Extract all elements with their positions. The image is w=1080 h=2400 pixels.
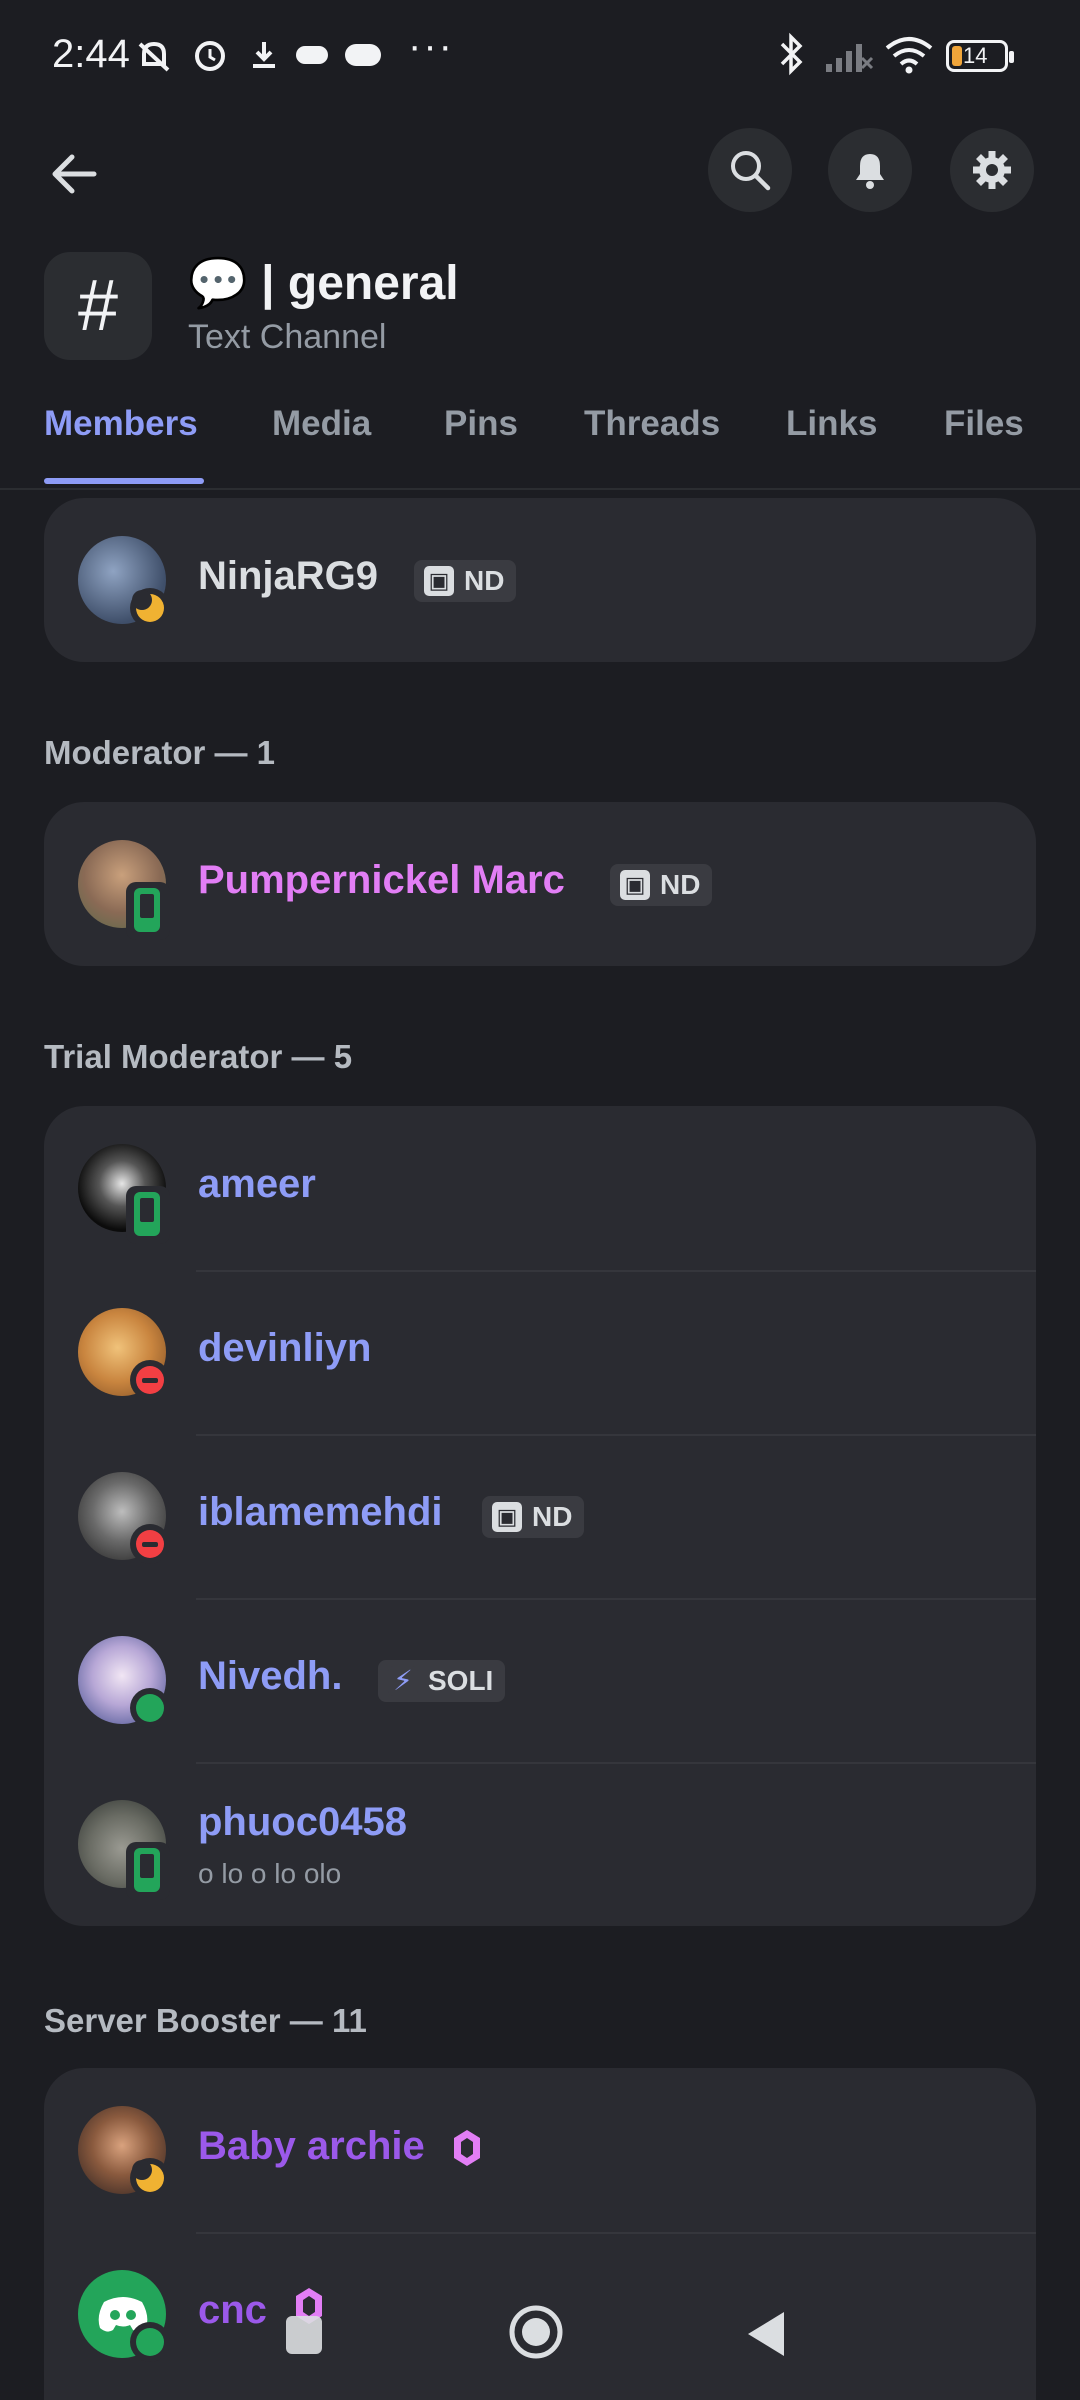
member-row-devinliyn[interactable]: devinliyn bbox=[44, 1270, 1036, 1434]
arrow-left-icon bbox=[52, 154, 97, 194]
mobile-status-icon bbox=[126, 1186, 170, 1244]
row-divider bbox=[196, 1598, 1036, 1600]
search-button[interactable] bbox=[708, 128, 792, 212]
member-row-phuoc0458[interactable]: phuoc0458 o lo o lo olo bbox=[44, 1762, 1036, 1926]
channel-name-text: | general bbox=[261, 257, 459, 310]
back-icon[interactable] bbox=[744, 2308, 790, 2360]
battery-icon: 14 bbox=[946, 40, 1014, 72]
member-card-moderator: Pumpernickel Marc ▣ ND bbox=[44, 802, 1036, 966]
tab-media[interactable]: Media bbox=[272, 404, 371, 444]
system-navigation-bar bbox=[0, 2280, 1080, 2400]
tab-threads[interactable]: Threads bbox=[584, 404, 720, 444]
recents-icon[interactable] bbox=[282, 2308, 326, 2358]
member-row-nivedh[interactable]: Nivedh. ⚡ SOLI bbox=[44, 1598, 1036, 1762]
section-header-server-booster: Server Booster — 11 bbox=[44, 2002, 367, 2039]
member-name: iblamemehdi bbox=[198, 1490, 443, 1534]
member-row-ameer[interactable]: ameer bbox=[44, 1106, 1036, 1270]
status-bar: 2:44 ··· 14 bbox=[0, 0, 1080, 110]
gear-icon bbox=[973, 151, 1011, 189]
battery-level: 14 bbox=[963, 43, 988, 68]
mute-vibrate-icon bbox=[138, 41, 170, 72]
row-divider bbox=[196, 2232, 1036, 2234]
idle-status-icon bbox=[130, 588, 170, 628]
row-divider bbox=[196, 1762, 1036, 1764]
active-tab-indicator bbox=[44, 478, 204, 484]
clock: 2:44 bbox=[52, 32, 130, 76]
shield-tag-icon: ▣ bbox=[424, 566, 454, 596]
signal-icon bbox=[826, 44, 874, 72]
lightning-tag-icon: ⚡ bbox=[388, 1666, 418, 1696]
wifi-icon bbox=[885, 37, 933, 74]
bluetooth-icon bbox=[780, 32, 803, 76]
channel-type: Text Channel bbox=[188, 318, 387, 356]
member-row-ninjarg9[interactable]: NinjaRG9 ▣ ND bbox=[44, 498, 1036, 662]
member-row-iblamemehdi[interactable]: iblamemehdi ▣ ND bbox=[44, 1434, 1036, 1598]
game-controller-icon bbox=[345, 44, 381, 66]
member-name: NinjaRG9 bbox=[198, 554, 379, 598]
online-status-icon bbox=[130, 1688, 170, 1728]
shield-tag-icon: ▣ bbox=[620, 870, 650, 900]
shield-tag-icon: ▣ bbox=[492, 1502, 522, 1532]
row-divider bbox=[196, 1270, 1036, 1272]
notifications-button[interactable] bbox=[828, 128, 912, 212]
member-card: NinjaRG9 ▣ ND bbox=[44, 498, 1036, 662]
row-divider bbox=[196, 1434, 1036, 1436]
member-row-baby-archie[interactable]: Baby archie bbox=[44, 2068, 1036, 2232]
back-button[interactable] bbox=[40, 136, 120, 216]
guild-tag-label: ND bbox=[464, 565, 505, 596]
speech-bubble-icon: 💬 bbox=[188, 257, 248, 310]
guild-tag: ⚡ SOLI bbox=[378, 1660, 506, 1702]
dnd-status-icon bbox=[130, 1524, 170, 1564]
guild-tag-label: SOLI bbox=[428, 1665, 494, 1696]
dnd-status-icon bbox=[130, 1360, 170, 1400]
guild-tag-label: ND bbox=[532, 1501, 573, 1532]
member-name: Pumpernickel Marc bbox=[198, 858, 565, 902]
tab-files[interactable]: Files bbox=[944, 404, 1024, 444]
guild-tag: ▣ ND bbox=[610, 864, 713, 906]
tab-links[interactable]: Links bbox=[786, 404, 877, 444]
more-icon: ··· bbox=[408, 24, 454, 68]
tab-bar: Members Media Pins Threads Links Files bbox=[0, 392, 1080, 490]
idle-status-icon bbox=[130, 2158, 170, 2198]
custom-status: o lo o lo olo bbox=[198, 1858, 342, 1889]
section-header-trial-moderator: Trial Moderator — 5 bbox=[44, 1038, 353, 1075]
member-name: Baby archie bbox=[198, 2124, 425, 2168]
search-icon bbox=[731, 151, 771, 191]
channel-hash-icon: # bbox=[44, 252, 152, 360]
download-icon bbox=[253, 42, 275, 68]
section-header-moderator: Moderator — 1 bbox=[44, 734, 276, 771]
server-booster-icon bbox=[454, 2130, 480, 2166]
alarm-icon bbox=[195, 41, 225, 71]
channel-name: 💬 | general bbox=[188, 254, 459, 311]
bell-icon bbox=[856, 154, 884, 189]
home-icon[interactable] bbox=[506, 2302, 566, 2362]
tab-pins[interactable]: Pins bbox=[444, 404, 518, 444]
member-name: ameer bbox=[198, 1162, 316, 1206]
guild-tag: ▣ ND bbox=[482, 1496, 585, 1538]
guild-tag: ▣ ND bbox=[414, 560, 517, 602]
tab-members[interactable]: Members bbox=[44, 404, 198, 444]
mobile-status-icon bbox=[126, 1842, 170, 1900]
member-name: Nivedh. bbox=[198, 1654, 343, 1698]
guild-tag-label: ND bbox=[660, 869, 701, 900]
member-card-trial-moderator: ameer devinliyn iblamemehdi ▣ ND Nivedh. … bbox=[44, 1106, 1036, 1926]
mobile-status-icon bbox=[126, 882, 170, 940]
settings-button[interactable] bbox=[950, 128, 1034, 212]
member-name: phuoc0458 bbox=[198, 1800, 407, 1844]
member-row-pumpernickel-marc[interactable]: Pumpernickel Marc ▣ ND bbox=[44, 802, 1036, 966]
game-controller-icon bbox=[296, 46, 328, 64]
member-name: devinliyn bbox=[198, 1326, 372, 1370]
